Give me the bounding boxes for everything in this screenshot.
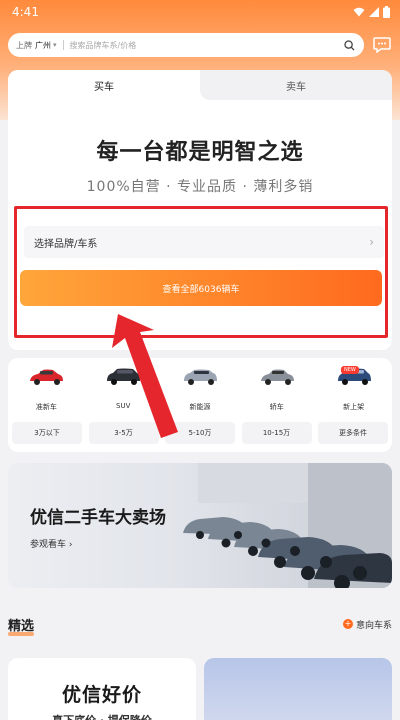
tab-sell-car[interactable]: 卖车 bbox=[200, 70, 392, 100]
buy-car-card: 买车 卖车 每一台都是明智之选 100%自营 · 专业品质 · 薄利多销 选择品… bbox=[8, 70, 392, 350]
tab-buy-car[interactable]: 买车 bbox=[8, 70, 200, 100]
visit-showroom-link[interactable]: 参观看车 › bbox=[30, 537, 72, 550]
status-bar: 4:41 bbox=[0, 0, 400, 24]
section-title: 精选 bbox=[8, 615, 35, 636]
banner-title: 优信二手车大卖场 bbox=[30, 508, 166, 528]
brand-series-select[interactable]: 选择品牌/车系 › bbox=[24, 226, 384, 258]
status-time: 4:41 bbox=[12, 5, 39, 19]
city-value[interactable]: 广州 bbox=[35, 40, 51, 51]
red-car-icon bbox=[30, 369, 64, 385]
signal-icon bbox=[369, 7, 379, 17]
price-chip[interactable]: 5-10万 bbox=[165, 422, 235, 444]
message-icon[interactable] bbox=[372, 35, 392, 55]
category-label: SUV bbox=[116, 402, 131, 410]
more-filters-chip[interactable]: 更多条件 bbox=[318, 422, 388, 444]
showroom-banner[interactable]: 优信二手车大卖场 参观看车 › bbox=[8, 463, 392, 588]
price-filter-row: 3万以下 3-5万 5-10万 10-15万 更多条件 bbox=[12, 422, 388, 444]
dark-suv-icon bbox=[107, 368, 141, 385]
grey-sedan-icon bbox=[260, 369, 294, 385]
promo-card-secondary[interactable] bbox=[204, 658, 392, 720]
featured-section-header: 精选 + 意向车系 bbox=[8, 614, 392, 636]
category-label: 新上架 bbox=[343, 403, 365, 411]
category-sedan[interactable]: 轿车 bbox=[242, 366, 312, 412]
search-icon[interactable] bbox=[342, 38, 356, 52]
price-chip[interactable]: 3-5万 bbox=[88, 422, 159, 444]
category-new-energy[interactable]: 新能源 bbox=[165, 366, 235, 412]
category-card: 准新车 SUV 新能源 轿车 新上架 NEW 3万以下 3-5万 5-10万 1… bbox=[8, 358, 392, 452]
category-suv[interactable]: SUV bbox=[88, 366, 158, 412]
hero-headline: 每一台都是明智之选 bbox=[96, 140, 304, 165]
chevron-right-icon: › bbox=[369, 235, 374, 249]
category-row: 准新车 SUV 新能源 轿车 新上架 bbox=[8, 366, 392, 412]
city-label[interactable]: 上牌 bbox=[16, 40, 32, 51]
brand-select-label: 选择品牌/车系 bbox=[34, 238, 98, 250]
intended-series-link[interactable]: + 意向车系 bbox=[342, 618, 392, 631]
search-placeholder[interactable]: 搜索品牌车系/价格 bbox=[70, 40, 342, 51]
plus-circle-icon: + bbox=[342, 619, 353, 629]
promo-title: 优信好价 bbox=[61, 684, 142, 706]
category-nearly-new[interactable]: 准新车 bbox=[11, 366, 81, 412]
buy-sell-tabs: 买车 卖车 bbox=[8, 70, 392, 100]
search-row: 上牌 广州 ▾ 搜索品牌车系/价格 bbox=[8, 32, 392, 58]
search-input[interactable]: 上牌 广州 ▾ 搜索品牌车系/价格 bbox=[8, 33, 364, 57]
new-badge: NEW bbox=[341, 366, 359, 374]
battery-icon bbox=[383, 6, 390, 18]
promo-subline: 真下底价 · 提保降价 bbox=[8, 712, 196, 720]
price-chip[interactable]: 3万以下 bbox=[12, 422, 82, 444]
status-icons bbox=[353, 6, 390, 18]
category-label: 轿车 bbox=[269, 403, 284, 411]
view-all-cars-button[interactable]: 查看全部6036辆车 bbox=[20, 270, 382, 306]
category-label: 准新车 bbox=[35, 403, 57, 411]
wifi-icon bbox=[353, 7, 365, 17]
silver-ev-icon bbox=[183, 369, 217, 385]
intended-series-label: 意向车系 bbox=[355, 620, 392, 631]
category-label: 新能源 bbox=[189, 403, 211, 411]
hero-subline: 100%自营 · 专业品质 · 薄利多销 bbox=[86, 179, 314, 195]
caret-down-icon[interactable]: ▾ bbox=[53, 41, 57, 49]
good-price-promo-card[interactable]: 优信好价 真下底价 · 提保降价 bbox=[8, 658, 196, 720]
search-divider bbox=[62, 40, 64, 50]
price-chip[interactable]: 10-15万 bbox=[241, 422, 312, 444]
